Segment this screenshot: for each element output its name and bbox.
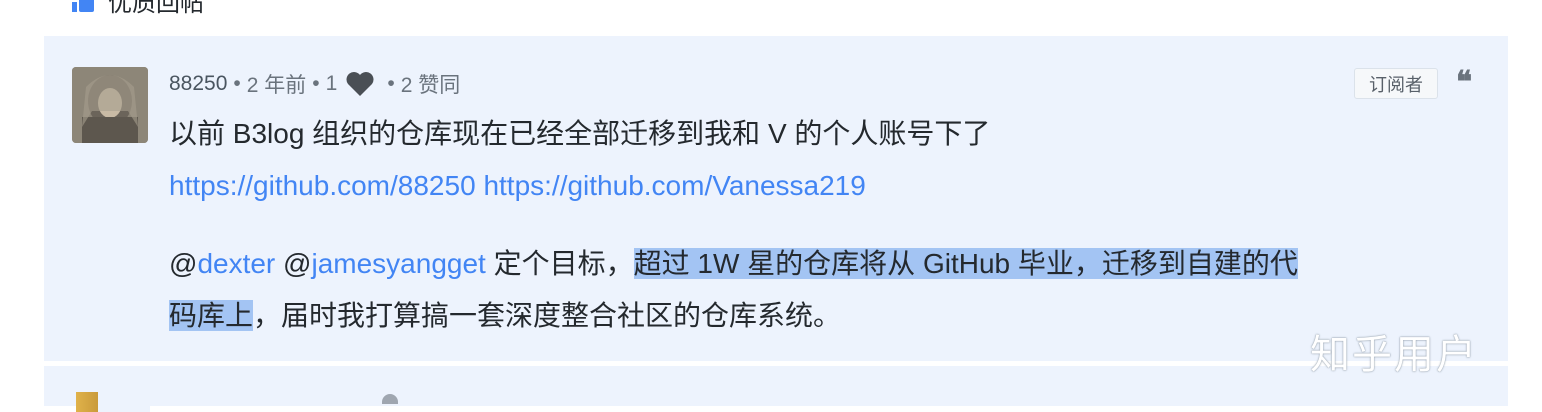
meta-separator: • — [233, 72, 241, 95]
upvote-count[interactable]: 2 赞同 — [401, 69, 461, 99]
content-text: 定个目标， — [485, 248, 634, 279]
author-name[interactable]: 88250 — [169, 72, 227, 96]
selected-text: 超过 1W 星的仓库将从 GitHub 毕业，迁移到自建的代 — [633, 248, 1298, 279]
heart-icon[interactable] — [345, 71, 375, 97]
next-meta-icon — [382, 394, 398, 404]
quote-icon[interactable]: ❝ — [1456, 66, 1482, 100]
section-title: 优质回帖 — [108, 0, 204, 17]
links-line: https://github.com/88250 https://github.… — [169, 160, 1469, 212]
reply-content: 以前 B3log 组织的仓库现在已经全部迁移到我和 V 的个人账号下了 http… — [169, 108, 1469, 342]
mention-dexter[interactable]: dexter — [197, 248, 275, 279]
github-link-vanessa[interactable]: https://github.com/Vanessa219 — [483, 170, 865, 201]
content-line: 码库上，届时我打算搞一套深度整合社区的仓库系统。 — [169, 290, 1469, 342]
likes-count: 1 — [325, 72, 338, 95]
watermark: 知乎用户 — [1310, 332, 1478, 378]
next-reply-card — [44, 366, 1508, 406]
selected-text: 码库上 — [169, 300, 254, 331]
content-text: ，届时我打算搞一套深度整合社区的仓库系统。 — [253, 300, 842, 331]
mention-jamesyangget[interactable]: jamesyangget — [311, 248, 485, 279]
meta-separator: • — [387, 72, 395, 95]
github-link-88250[interactable]: https://github.com/88250 — [169, 170, 476, 201]
subscriber-badge: 订阅者 — [1354, 68, 1438, 99]
content-line: 以前 B3log 组织的仓库现在已经全部迁移到我和 V 的个人账号下了 — [169, 118, 991, 149]
thumbs-up-icon — [72, 0, 96, 12]
avatar[interactable] — [72, 67, 148, 143]
post-time: 2 年前 — [246, 74, 307, 97]
mention-line: @dexter @jamesyangget 定个目标，超过 1W 星的仓库将从 … — [169, 248, 1298, 279]
reply-meta: 88250 • 2 年前 • 1 • 2 赞同 — [169, 68, 460, 100]
section-header: 优质回帖 — [72, 0, 204, 17]
meta-separator: • — [312, 72, 320, 95]
next-avatar[interactable] — [76, 392, 150, 412]
